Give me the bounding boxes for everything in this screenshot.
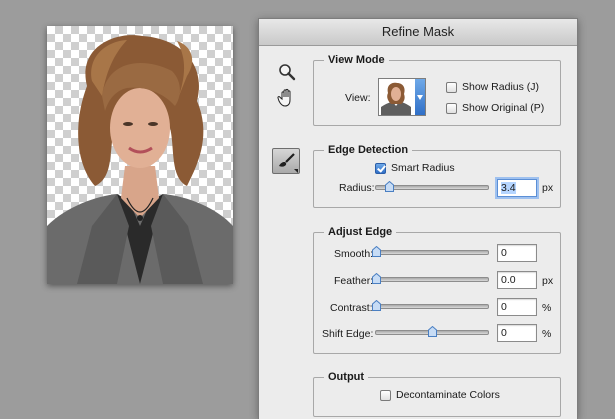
shift-edge-slider-thumb[interactable] — [428, 326, 437, 337]
feather-slider-thumb[interactable] — [372, 273, 381, 284]
smooth-slider[interactable] — [372, 246, 489, 257]
smooth-slider-thumb[interactable] — [372, 246, 381, 257]
edge-detection-title: Edge Detection — [324, 144, 413, 156]
show-original-label: Show Original (P) — [462, 102, 545, 114]
radius-slider[interactable] — [375, 181, 489, 192]
decontaminate-colors-checkbox[interactable] — [380, 390, 391, 401]
view-preview-thumbnail — [379, 79, 413, 115]
refine-radius-brush-icon[interactable] — [272, 148, 300, 174]
smart-radius-label: Smart Radius — [391, 162, 455, 174]
shift-edge-label: Shift Edge: — [322, 328, 374, 340]
shift-edge-slider[interactable] — [375, 326, 489, 337]
dialog-title: Refine Mask — [259, 19, 577, 46]
view-label: View: — [345, 92, 371, 104]
hand-icon[interactable] — [277, 88, 299, 110]
output-title: Output — [324, 371, 369, 383]
feather-slider[interactable] — [372, 273, 489, 284]
contrast-slider-thumb[interactable] — [372, 300, 381, 311]
shift-edge-field[interactable]: 0 — [497, 324, 537, 342]
adjust-edge-title: Adjust Edge — [324, 226, 397, 238]
feather-unit: px — [542, 275, 554, 287]
smooth-label: Smooth: — [334, 248, 374, 260]
radius-slider-thumb[interactable] — [385, 181, 395, 192]
show-original-checkbox[interactable] — [446, 103, 457, 114]
feather-field[interactable]: 0.0 — [497, 271, 537, 289]
radius-field[interactable]: 3.4 — [497, 179, 537, 197]
chevron-down-icon[interactable] — [415, 79, 425, 115]
feather-label: Feather: — [334, 275, 374, 287]
view-mode-dropdown[interactable] — [378, 78, 426, 116]
decontaminate-colors-label: Decontaminate Colors — [396, 389, 500, 401]
view-mode-title: View Mode — [324, 54, 389, 66]
contrast-label: Contrast: — [330, 302, 373, 314]
shift-edge-unit: % — [542, 328, 552, 340]
canvas-image — [47, 26, 233, 284]
radius-unit: px — [542, 182, 554, 194]
show-radius-label: Show Radius (J) — [462, 81, 540, 93]
radius-value: 3.4 — [501, 182, 516, 194]
contrast-field[interactable]: 0 — [497, 298, 537, 316]
contrast-slider[interactable] — [372, 300, 489, 311]
radius-label: Radius: — [339, 182, 375, 194]
smart-radius-checkbox[interactable] — [375, 163, 386, 174]
portrait-photo — [47, 35, 233, 284]
show-radius-checkbox[interactable] — [446, 82, 457, 93]
magnifier-icon[interactable] — [278, 63, 300, 85]
smooth-field[interactable]: 0 — [497, 244, 537, 262]
contrast-unit: % — [542, 302, 552, 314]
